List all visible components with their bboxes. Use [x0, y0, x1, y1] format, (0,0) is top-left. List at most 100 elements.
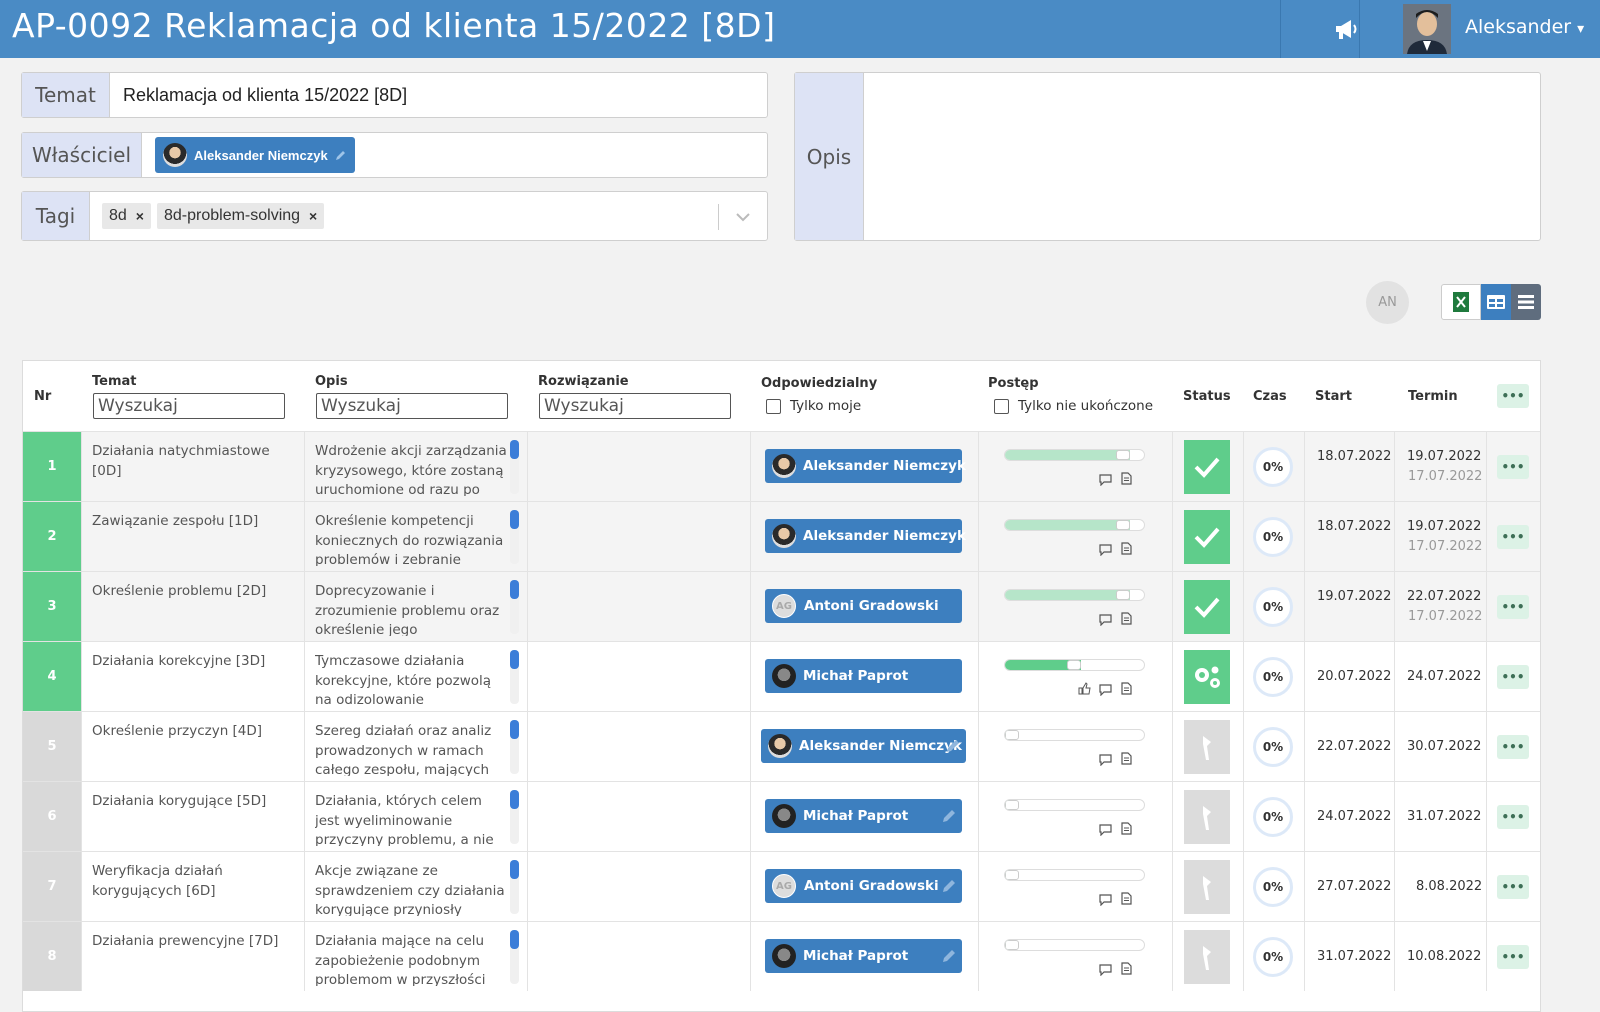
row-description[interactable]: Doprecyzowanie i zrozumienie problemu or… — [315, 582, 509, 636]
row-actions-button[interactable]: ••• — [1497, 875, 1529, 899]
column-header-responsible[interactable]: Odpowiedzialny — [761, 376, 877, 391]
excel-export-icon[interactable] — [1441, 284, 1481, 320]
progress-bar[interactable] — [1004, 519, 1145, 531]
user-filter-avatar[interactable]: AN — [1366, 281, 1409, 324]
responsible-chip[interactable]: Michał Paprot — [765, 799, 962, 833]
responsible-chip[interactable]: AG Antoni Gradowski — [765, 869, 962, 903]
progress-handle[interactable] — [1116, 520, 1130, 530]
table-row[interactable]: 7 Weryfikacja działań korygujących [6D] Ak… — [23, 851, 1540, 922]
progress-handle[interactable] — [1116, 590, 1130, 600]
responsible-chip[interactable]: AG Antoni Gradowski — [765, 589, 962, 623]
row-topic[interactable]: Określenie przyczyn [4D] — [92, 722, 282, 776]
row-description[interactable]: Działania, których celem jest wyeliminow… — [315, 792, 509, 846]
announcements-megaphone-icon[interactable] — [1334, 17, 1360, 41]
column-header-deadline[interactable]: Termin — [1408, 389, 1458, 404]
table-row[interactable]: 2 Zawiązanie zespołu [1D] Określenie kompe… — [23, 501, 1540, 572]
description-scrollbar-thumb[interactable] — [510, 440, 519, 459]
description-scrollbar-thumb[interactable] — [510, 510, 519, 529]
row-solution[interactable] — [538, 862, 738, 916]
progress-bar[interactable] — [1004, 589, 1145, 601]
row-description[interactable]: Tymczasowe działania korekcyjne, które p… — [315, 652, 509, 706]
column-header-nr[interactable]: Nr — [34, 389, 51, 404]
responsible-chip[interactable]: Aleksander Niemczyk — [761, 729, 966, 763]
column-header-status[interactable]: Status — [1183, 389, 1231, 404]
progress-handle[interactable] — [1005, 870, 1019, 880]
comment-icon[interactable] — [1099, 541, 1112, 560]
table-row[interactable]: 6 Działania korygujące [5D] Działania, któ… — [23, 781, 1540, 852]
row-actions-button[interactable]: ••• — [1497, 525, 1529, 549]
description-input[interactable] — [865, 73, 1540, 240]
progress-handle[interactable] — [1116, 450, 1130, 460]
user-menu[interactable]: Aleksander ▾ — [1465, 16, 1584, 38]
row-actions-button[interactable]: ••• — [1497, 455, 1529, 479]
description-scrollbar-thumb[interactable] — [510, 790, 519, 809]
row-description[interactable]: Określenie kompetencji koniecznych do ro… — [315, 512, 509, 566]
responsible-chip[interactable]: Michał Paprot — [765, 939, 962, 973]
only-unfinished-checkbox[interactable] — [994, 399, 1009, 414]
pencil-icon[interactable] — [942, 949, 956, 967]
row-description[interactable]: Akcje związane ze sprawdzeniem czy dział… — [315, 862, 509, 916]
status-button[interactable] — [1184, 720, 1230, 774]
row-solution[interactable] — [538, 442, 738, 496]
comment-icon[interactable] — [1099, 891, 1112, 910]
comment-icon[interactable] — [1099, 751, 1112, 770]
document-icon[interactable] — [1121, 890, 1132, 909]
row-solution[interactable] — [538, 512, 738, 566]
row-topic[interactable]: Działania prewencyjne [7D] — [92, 932, 282, 986]
row-description[interactable]: Szereg działań oraz analiz prowadzonych … — [315, 722, 509, 776]
progress-bar[interactable] — [1004, 939, 1145, 951]
progress-handle[interactable] — [1005, 800, 1019, 810]
status-button[interactable] — [1184, 930, 1230, 984]
table-row[interactable]: 4 Działania korekcyjne [3D] Tymczasowe dzi… — [23, 641, 1540, 712]
description-scrollbar-thumb[interactable] — [510, 930, 519, 949]
row-solution[interactable] — [538, 652, 738, 706]
row-solution[interactable] — [538, 792, 738, 846]
comment-icon[interactable] — [1099, 471, 1112, 490]
description-scrollbar-thumb[interactable] — [510, 580, 519, 599]
row-actions-button[interactable]: ••• — [1497, 945, 1529, 969]
chevron-down-icon[interactable] — [735, 211, 751, 223]
column-settings-button[interactable]: ••• — [1497, 384, 1529, 408]
document-icon[interactable] — [1121, 820, 1132, 839]
row-topic[interactable]: Działania korekcyjne [3D] — [92, 652, 282, 706]
responsible-chip[interactable]: Michał Paprot — [765, 659, 962, 693]
row-topic[interactable]: Zawiązanie zespołu [1D] — [92, 512, 282, 566]
status-button[interactable] — [1184, 650, 1230, 704]
status-button[interactable] — [1184, 580, 1230, 634]
document-icon[interactable] — [1121, 470, 1132, 489]
document-icon[interactable] — [1121, 680, 1132, 699]
tags-list[interactable]: 8d × 8d-problem-solving × — [102, 192, 330, 240]
thumbs-up-icon[interactable] — [1078, 680, 1091, 699]
row-solution[interactable] — [538, 722, 738, 776]
progress-bar[interactable] — [1004, 449, 1145, 461]
comment-icon[interactable] — [1099, 961, 1112, 980]
status-button[interactable] — [1184, 790, 1230, 844]
remove-tag-icon[interactable]: × — [136, 208, 144, 224]
pencil-icon[interactable] — [942, 879, 956, 897]
document-icon[interactable] — [1121, 750, 1132, 769]
status-button[interactable] — [1184, 440, 1230, 494]
solution-search-input[interactable]: Wyszukaj — [539, 393, 731, 419]
progress-handle[interactable] — [1067, 660, 1081, 670]
row-topic[interactable]: Działania korygujące [5D] — [92, 792, 282, 846]
row-topic[interactable]: Określenie problemu [2D] — [92, 582, 282, 636]
column-header-time[interactable]: Czas — [1253, 389, 1287, 404]
row-description[interactable]: Działania mające na celu zapobieżenie po… — [315, 932, 509, 986]
responsible-chip[interactable]: Aleksander Niemczyk — [765, 519, 966, 553]
status-button[interactable] — [1184, 510, 1230, 564]
row-description[interactable]: Wdrożenie akcji zarządzania kryzysowego,… — [315, 442, 509, 496]
progress-bar[interactable] — [1004, 729, 1145, 741]
pencil-icon[interactable] — [942, 809, 956, 827]
column-header-start[interactable]: Start — [1315, 389, 1352, 404]
status-button[interactable] — [1184, 860, 1230, 914]
responsible-chip[interactable]: Aleksander Niemczyk — [765, 449, 966, 483]
comment-icon[interactable] — [1099, 821, 1112, 840]
row-solution[interactable] — [538, 932, 738, 986]
document-icon[interactable] — [1121, 960, 1132, 979]
list-view-icon[interactable] — [1511, 284, 1541, 320]
description-scrollbar-thumb[interactable] — [510, 860, 519, 879]
owner-chip[interactable]: Aleksander Niemczyk — [155, 137, 355, 173]
table-row[interactable]: 5 Określenie przyczyn [4D] Szereg działań … — [23, 711, 1540, 782]
row-topic[interactable]: Działania natychmiastowe [0D] — [92, 442, 282, 496]
row-actions-button[interactable]: ••• — [1497, 735, 1529, 759]
